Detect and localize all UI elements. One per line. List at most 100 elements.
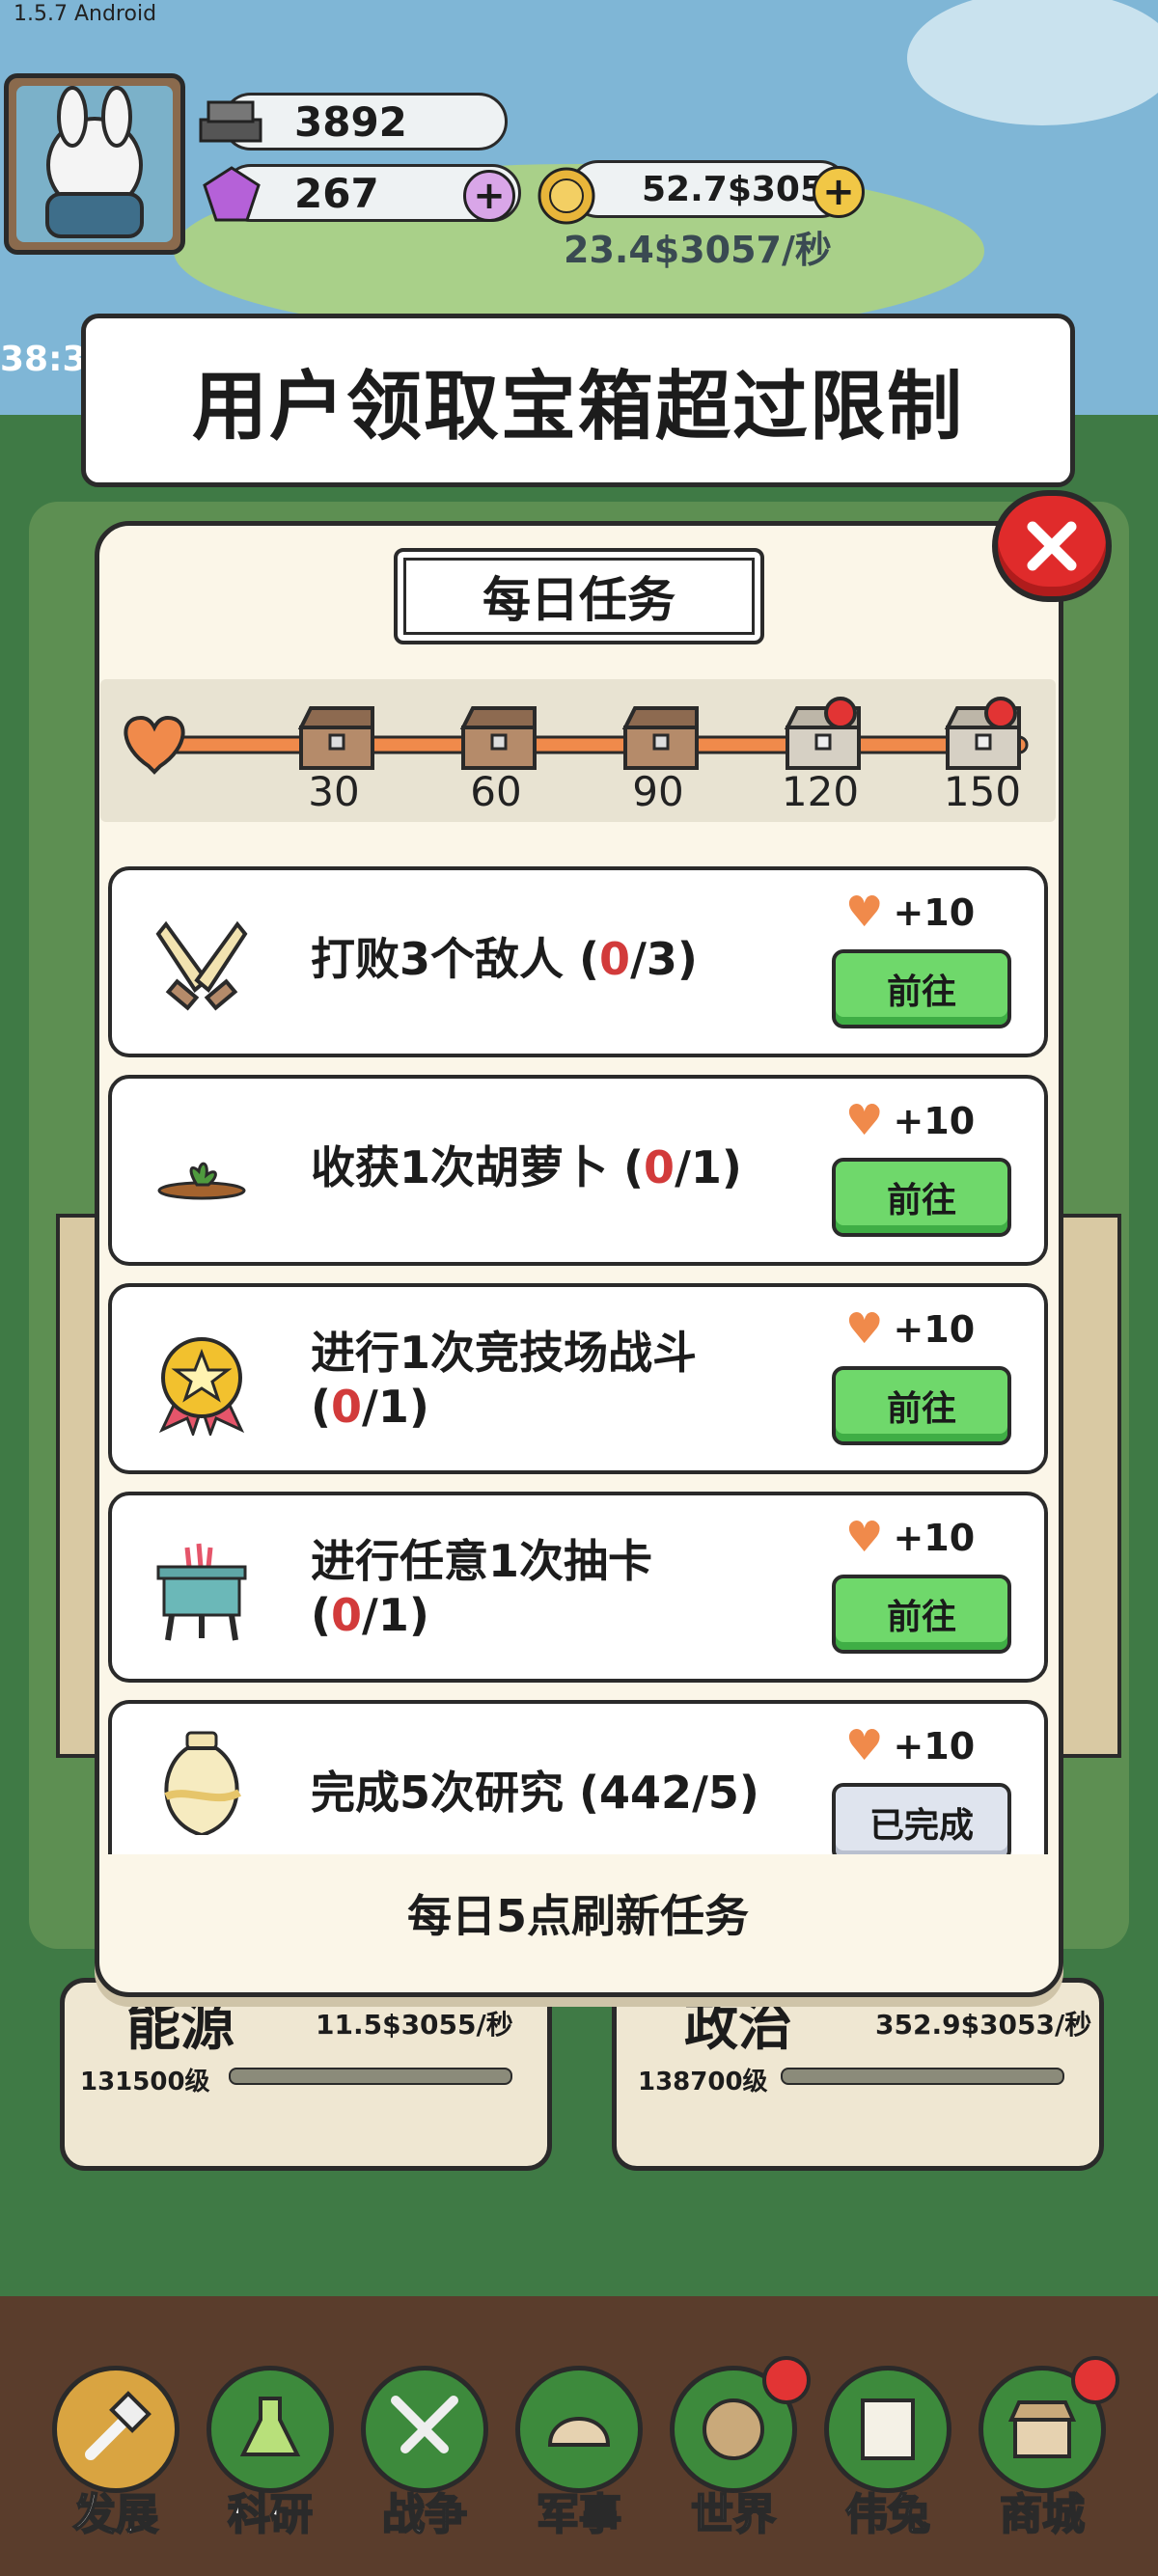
energy-card[interactable]: 能源 11.5$3055/秒 131500级	[60, 1978, 552, 2171]
iron-ingot-icon	[199, 100, 262, 143]
task-reward: ♥ +10	[845, 1721, 975, 1770]
nav-great-rabbit[interactable]: 伟兔	[820, 2366, 955, 2541]
iron-value: 3892	[294, 97, 407, 146]
task-reward: ♥ +10	[845, 1304, 975, 1354]
card-rate: 352.9$3053/秒	[875, 2009, 1092, 2041]
plus-icon: +	[822, 170, 855, 214]
add-gems-button[interactable]: +	[463, 170, 515, 222]
coin-icon	[538, 167, 595, 225]
task-name: 打败3个敌人 (	[311, 933, 600, 985]
notification-dot	[984, 697, 1017, 729]
vase-icon	[164, 1731, 242, 1835]
milestone-chest-30[interactable]	[295, 702, 378, 778]
coin-rate: 23.4$3057/秒	[564, 229, 832, 271]
card-rate: 11.5$3055/秒	[316, 2009, 513, 2041]
task-reward: ♥ +10	[845, 1513, 975, 1562]
task-name: 进行任意1次抽卡	[311, 1535, 653, 1587]
milestone-label: 60	[470, 768, 522, 815]
task-card: 进行1次竞技场战斗 (0/1) ♥ +10 前往	[108, 1283, 1048, 1474]
crossed-swords-icon	[155, 920, 248, 1011]
notification-dot	[824, 697, 857, 729]
milestone-chest-60[interactable]	[457, 702, 540, 778]
milestone-label: 150	[943, 768, 1022, 815]
go-button[interactable]: 前往	[832, 949, 1011, 1028]
chest-icon	[459, 706, 537, 770]
nav-label: 伟兔	[844, 2489, 931, 2540]
reward-amount: +10	[893, 1724, 976, 1768]
nav-research[interactable]: 科研	[203, 2366, 338, 2541]
progress-track	[124, 715, 1029, 775]
nav-label: 战争	[381, 2489, 468, 2540]
close-button[interactable]	[992, 490, 1112, 602]
chest-icon	[621, 706, 699, 770]
milestone-chest-150[interactable]	[942, 697, 1025, 778]
gem-value: 267	[294, 169, 379, 217]
reward-amount: +10	[893, 1099, 976, 1142]
task-progress-current: 0	[331, 1589, 363, 1641]
task-card: 完成5次研究 (442/5) ♥ +10 已完成	[108, 1700, 1048, 1854]
nav-world[interactable]: 世界	[666, 2356, 811, 2541]
version-label: 1.5.7 Android	[14, 2, 157, 26]
task-card: 收获1次胡萝卜 (0/1) ♥ +10 前往	[108, 1075, 1048, 1266]
star-medal-icon	[158, 1337, 245, 1436]
nav-label: 商城	[999, 2489, 1086, 2540]
task-progress-current: 0	[331, 1381, 363, 1433]
nav-military[interactable]: 军事	[511, 2366, 647, 2541]
task-progress-current: 0	[644, 1141, 676, 1193]
task-progress-total: /1)	[362, 1381, 429, 1433]
hammer-icon	[52, 2366, 179, 2493]
milestone-chest-120[interactable]	[782, 697, 865, 778]
task-progress-current: 0	[599, 933, 631, 985]
completed-button: 已完成	[832, 1783, 1011, 1854]
go-button[interactable]: 前往	[832, 1366, 1011, 1445]
card-progress-bar	[229, 2068, 512, 2085]
refresh-note: 每日5点刷新任务	[406, 1890, 749, 1942]
task-progress-total: /1)	[362, 1589, 429, 1641]
milestone-label: 90	[632, 768, 684, 815]
task-reward: ♥ +10	[845, 888, 975, 937]
close-icon	[1027, 521, 1077, 571]
reward-amount: +10	[893, 891, 976, 934]
politics-card[interactable]: 政治 352.9$3053/秒 138700级	[612, 1978, 1104, 2171]
milestone-label: 30	[308, 768, 360, 815]
task-card: 打败3个敌人 (0/3) ♥ +10 前往	[108, 866, 1048, 1057]
heart-icon: ♥	[845, 1096, 884, 1145]
go-button[interactable]: 前往	[832, 1575, 1011, 1654]
add-coins-button[interactable]: +	[813, 166, 865, 218]
boost-timer: 38:3	[0, 340, 87, 379]
task-name: 收获1次胡萝卜 (	[311, 1141, 645, 1193]
flask-icon	[207, 2366, 334, 2493]
heart-icon: ♥	[845, 1721, 884, 1770]
card-level: 131500级	[80, 2068, 210, 2096]
reward-amount: +10	[893, 1516, 976, 1559]
milestone-chest-90[interactable]	[620, 702, 703, 778]
nav-develop[interactable]: 发展	[48, 2366, 183, 2541]
nav-shop[interactable]: 商城	[975, 2356, 1119, 2541]
nav-war[interactable]: 战争	[357, 2366, 492, 2541]
heart-icon: ♥	[845, 888, 884, 937]
heart-icon: ♥	[845, 1304, 884, 1354]
notification-dot	[1071, 2356, 1119, 2404]
task-card: 进行任意1次抽卡 (0/1) ♥ +10 前往	[108, 1492, 1048, 1683]
heart-icon: ♥	[845, 1513, 884, 1562]
coin-counter: 52.7$3058	[569, 160, 849, 218]
rabbit-warrior-icon	[16, 86, 173, 242]
task-progress-total: /1)	[675, 1141, 742, 1193]
milestone-label: 120	[781, 768, 860, 815]
plus-icon: +	[473, 174, 506, 218]
player-avatar[interactable]	[4, 73, 185, 255]
task-reward: ♥ +10	[845, 1096, 975, 1145]
task-name-suffix: (	[311, 1589, 332, 1641]
toast-message: 用户领取宝箱超过限制	[81, 314, 1075, 487]
nav-label: 世界	[690, 2489, 777, 2540]
rabbit-portrait-icon	[824, 2366, 951, 2493]
bronze-cauldron-icon	[156, 1543, 247, 1641]
task-name-suffix: (	[311, 1381, 332, 1433]
card-progress-bar	[781, 2068, 1064, 2085]
nav-label: 军事	[536, 2489, 622, 2540]
go-button[interactable]: 前往	[832, 1158, 1011, 1237]
notification-dot	[762, 2356, 811, 2404]
dialog-title: 每日任务	[394, 548, 764, 644]
heart-icon	[124, 715, 185, 775]
task-name: 进行1次竞技场战斗	[311, 1327, 698, 1379]
